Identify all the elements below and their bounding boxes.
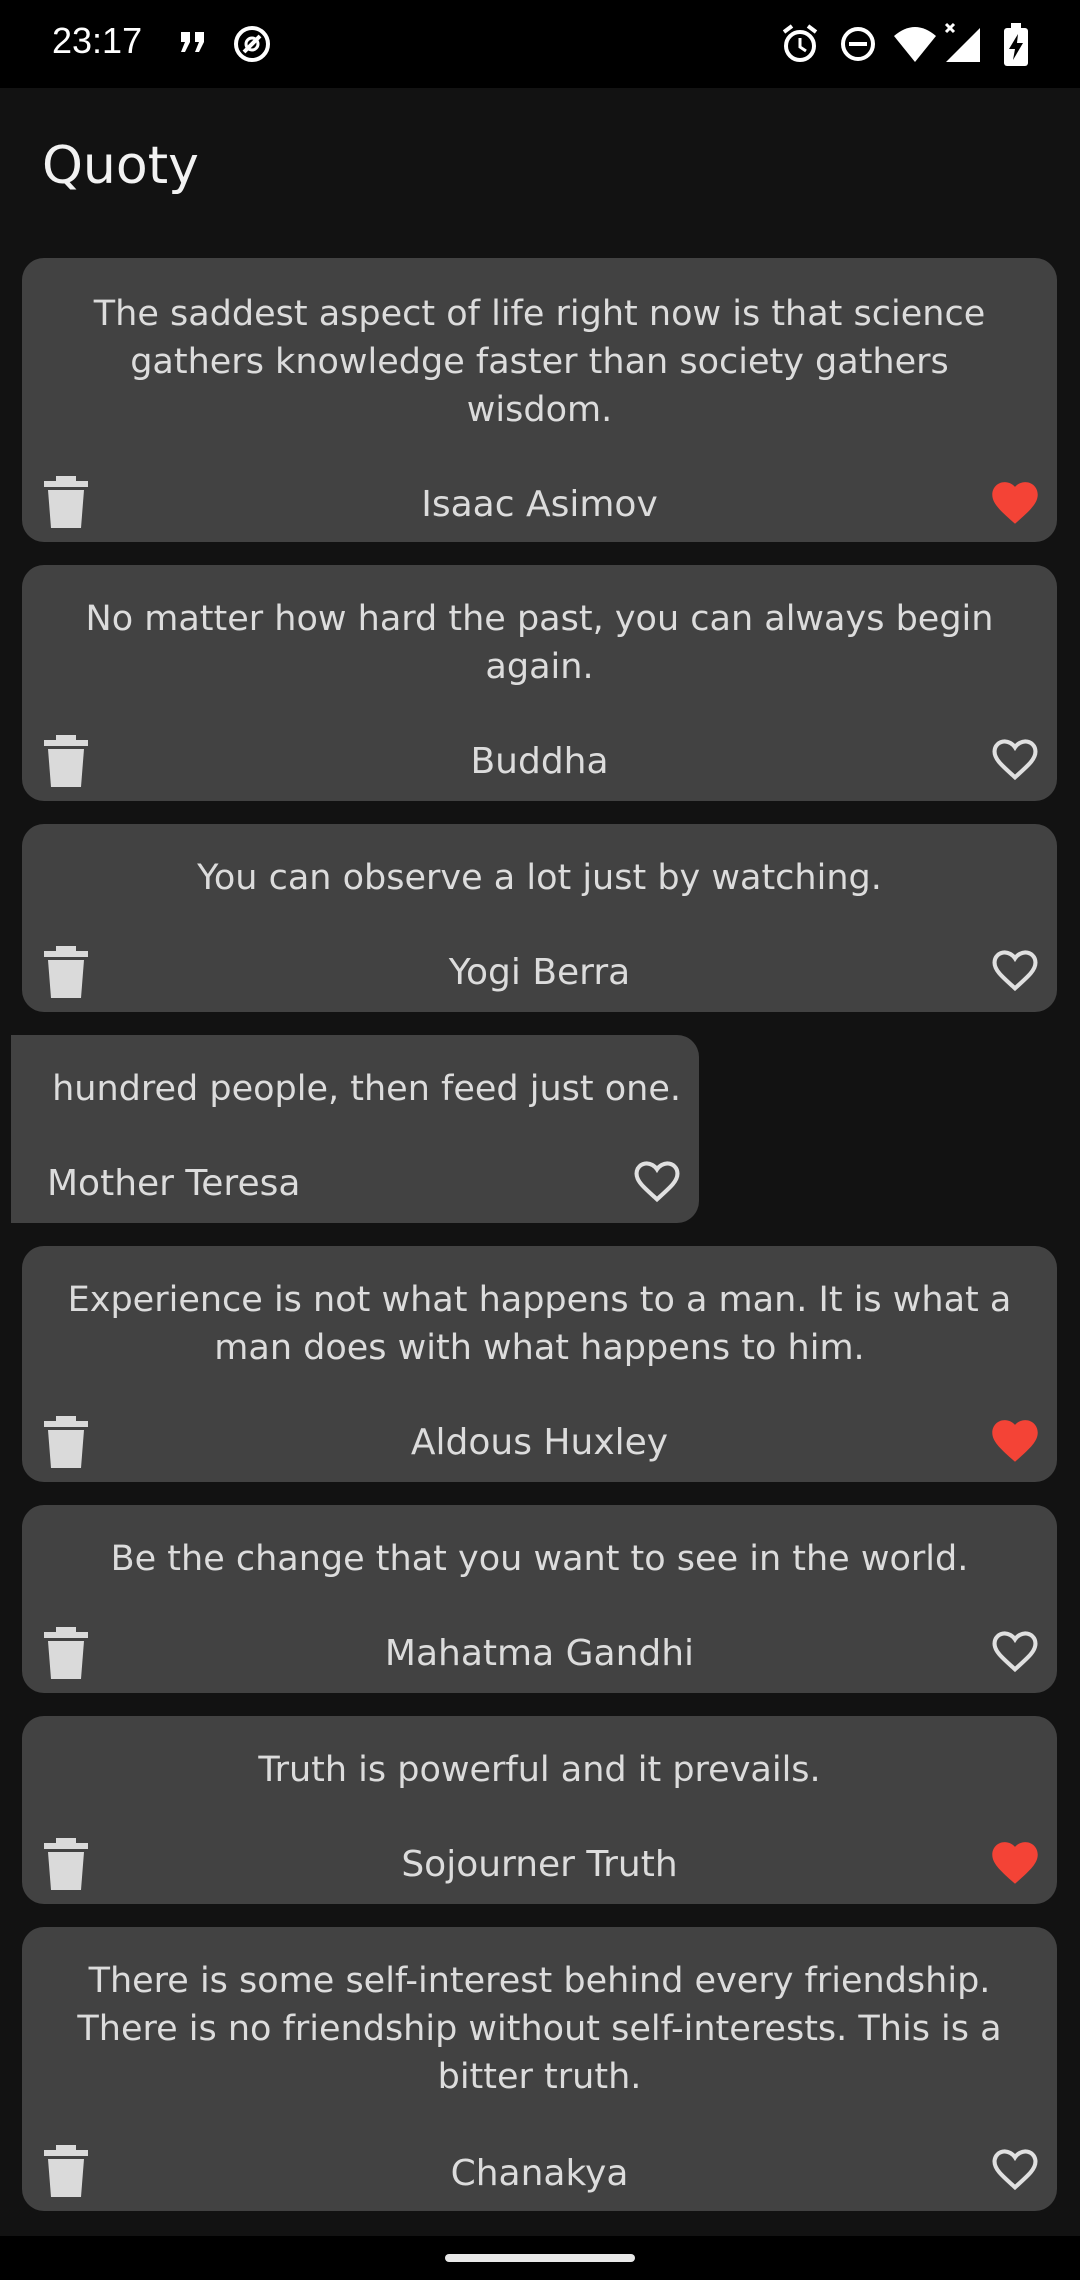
heart-outline-icon[interactable] — [629, 1155, 685, 1205]
status-time: 23:17 — [52, 20, 143, 61]
battery-charging-icon — [1004, 23, 1028, 66]
quote-author: Chanakya — [450, 2153, 629, 2194]
heart-outline-icon[interactable] — [987, 2143, 1043, 2193]
quote-card[interactable]: There is some self-interest behind every… — [22, 1927, 1057, 2211]
quote-author: Buddha — [470, 741, 609, 782]
quote-card[interactable]: Truth is powerful and it prevails. Sojou… — [22, 1716, 1057, 1904]
heart-outline-icon[interactable] — [987, 1625, 1043, 1675]
quote-text: The saddest aspect of life right now is … — [93, 294, 986, 430]
cellular-signal-icon — [944, 22, 980, 62]
quote-card[interactable]: No matter how hard the past, you can alw… — [22, 565, 1057, 801]
heart-filled-icon[interactable] — [987, 1414, 1043, 1464]
quote-text: hundred people, then feed just one. — [52, 1069, 681, 1109]
do-not-disturb-icon — [841, 27, 875, 61]
app-title: Quoty — [42, 136, 199, 196]
quote-text: You can observe a lot just by watching. — [197, 858, 882, 898]
quote-card[interactable]: You can observe a lot just by watching. … — [22, 824, 1057, 1012]
quote-author: Mahatma Gandhi — [384, 1633, 695, 1674]
home-gesture-handle[interactable] — [445, 2254, 635, 2262]
heart-filled-icon[interactable] — [987, 1836, 1043, 1886]
heart-outline-icon[interactable] — [987, 733, 1043, 783]
quote-card[interactable]: The saddest aspect of life right now is … — [22, 258, 1057, 542]
heart-outline-icon[interactable] — [987, 944, 1043, 994]
heart-filled-icon[interactable] — [987, 476, 1043, 526]
app-notification-icon — [234, 26, 270, 62]
quote-author: Mother Teresa — [47, 1163, 301, 1204]
quote-card[interactable]: Be the change that you want to see in th… — [22, 1505, 1057, 1693]
status-bar: 23:17 — [0, 0, 1080, 88]
quote-author: Aldous Huxley — [410, 1422, 669, 1463]
quote-author: Isaac Asimov — [421, 484, 658, 525]
quote-text: Truth is powerful and it prevails. — [258, 1750, 821, 1790]
quote-author: Yogi Berra — [448, 952, 631, 993]
navigation-bar — [0, 2236, 1080, 2280]
quote-text: Experience is not what happens to a man.… — [67, 1280, 1012, 1368]
app-bar: Quoty — [0, 88, 1080, 248]
quote-text: There is some self-interest behind every… — [77, 1961, 1002, 2097]
quote-text: No matter how hard the past, you can alw… — [85, 599, 994, 687]
wifi-icon — [894, 27, 936, 62]
quote-card-swiped[interactable]: hundred people, then feed just one. Moth… — [11, 1035, 699, 1223]
quote-author: Sojourner Truth — [401, 1844, 678, 1885]
quote-notification-icon — [181, 32, 204, 52]
quote-text: Be the change that you want to see in th… — [110, 1539, 969, 1579]
quote-card[interactable]: Experience is not what happens to a man.… — [22, 1246, 1057, 1482]
alarm-icon — [782, 24, 818, 62]
